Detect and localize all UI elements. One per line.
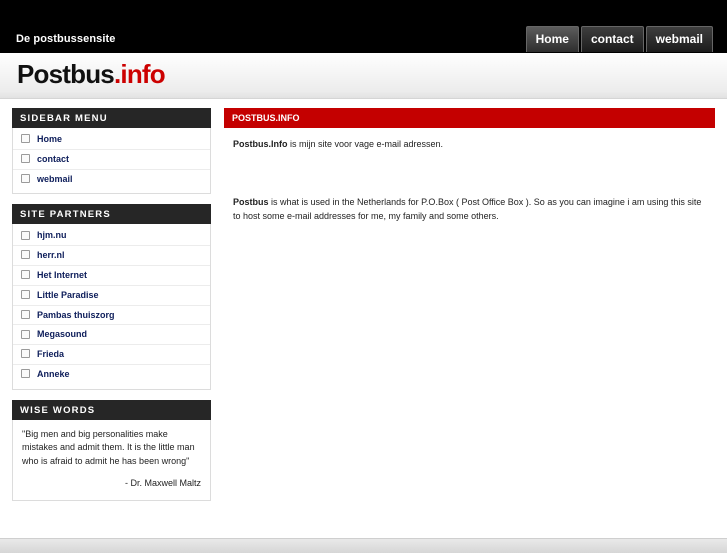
wise-words-title: WISE WORDS: [12, 399, 211, 420]
sidebar-item-contact: contact: [13, 150, 210, 170]
checkbox-icon: [21, 270, 30, 280]
sidebar-menu-list: Home contact webmail: [13, 128, 210, 193]
sidebar-item-webmail: webmail: [13, 170, 210, 190]
logo-accent: .info: [113, 59, 166, 89]
top-bar: De postbussensite Home contact webmail: [0, 0, 727, 53]
sidebar-link-webmail[interactable]: webmail: [37, 174, 73, 184]
partner-item: Pambas thuiszorg: [13, 306, 210, 326]
nav-contact-tab[interactable]: contact: [580, 26, 644, 52]
partner-item: Little Paradise: [13, 286, 210, 306]
partner-item: Megasound: [13, 325, 210, 346]
partner-item: herr.nl: [13, 246, 210, 266]
checkbox-icon: [21, 349, 30, 359]
intro-strong: Postbus.Info: [233, 139, 288, 149]
quote-text: "Big men and big personalities make mist…: [22, 428, 195, 466]
site-partners-box: SITE PARTNERS hjm.nu herr.nl Het Interne…: [12, 204, 211, 390]
partner-link-little-paradise[interactable]: Little Paradise: [37, 290, 99, 300]
sidebar: SIDEBAR MENU Home contact webmail SITE P…: [12, 108, 211, 511]
sidebar-item-home: Home: [13, 130, 210, 150]
quote-author: - Dr. Maxwell Maltz: [124, 477, 201, 488]
explanation-paragraph: Postbus is what is used in the Netherlan…: [224, 195, 715, 223]
nav-home-tab[interactable]: Home: [525, 26, 579, 52]
site-tagline: De postbussensite: [16, 33, 116, 45]
site-partners-list: hjm.nu herr.nl Het Internet Little Parad…: [13, 224, 210, 388]
partner-link-anneke[interactable]: Anneke: [37, 369, 70, 379]
site-partners-title: SITE PARTNERS: [12, 204, 211, 225]
partner-item: Frieda: [13, 345, 210, 365]
sidebar-link-contact[interactable]: contact: [37, 154, 69, 164]
logo-text: Postbus: [17, 59, 115, 89]
checkbox-icon: [21, 309, 30, 319]
checkbox-icon: [21, 369, 30, 379]
main-content: POSTBUS.INFO Postbus.Info is mijn site v…: [224, 108, 715, 221]
checkbox-icon: [21, 250, 30, 260]
explanation-strong: Postbus: [233, 197, 269, 207]
checkbox-icon: [21, 289, 30, 299]
partner-item: Het Internet: [13, 266, 210, 286]
intro-text: is mijn site voor vage e-mail adressen.: [287, 139, 444, 149]
checkbox-icon: [21, 173, 30, 183]
partner-link-pambas[interactable]: Pambas thuiszorg: [37, 310, 115, 320]
explanation-text: is what is used in the Netherlands for P…: [233, 197, 702, 221]
sidebar-link-home[interactable]: Home: [37, 134, 62, 144]
top-nav: Home contact webmail: [525, 26, 713, 52]
wise-words-quote: "Big men and big personalities make mist…: [13, 420, 210, 500]
checkbox-icon: [21, 329, 30, 339]
partner-link-hjm[interactable]: hjm.nu: [37, 231, 67, 241]
partner-link-het-internet[interactable]: Het Internet: [37, 270, 87, 280]
sidebar-menu-box: SIDEBAR MENU Home contact webmail: [12, 108, 211, 195]
partner-link-frieda[interactable]: Frieda: [37, 349, 64, 359]
intro-paragraph: Postbus.Info is mijn site voor vage e-ma…: [224, 137, 452, 151]
partner-item: hjm.nu: [13, 226, 210, 247]
checkbox-icon: [21, 134, 30, 144]
partner-link-herr[interactable]: herr.nl: [37, 250, 65, 260]
footer: [0, 538, 727, 553]
nav-webmail-tab[interactable]: webmail: [645, 26, 713, 52]
main-title: POSTBUS.INFO: [224, 108, 715, 128]
partner-link-megasound[interactable]: Megasound: [37, 330, 87, 340]
partner-item: Anneke: [13, 365, 210, 385]
logo-band: Postbus.info: [0, 53, 727, 99]
sidebar-menu-title: SIDEBAR MENU: [12, 108, 211, 128]
site-logo[interactable]: Postbus.info: [17, 59, 166, 90]
checkbox-icon: [21, 230, 30, 240]
wise-words-box: WISE WORDS "Big men and big personalitie…: [12, 399, 211, 502]
checkbox-icon: [21, 153, 30, 163]
